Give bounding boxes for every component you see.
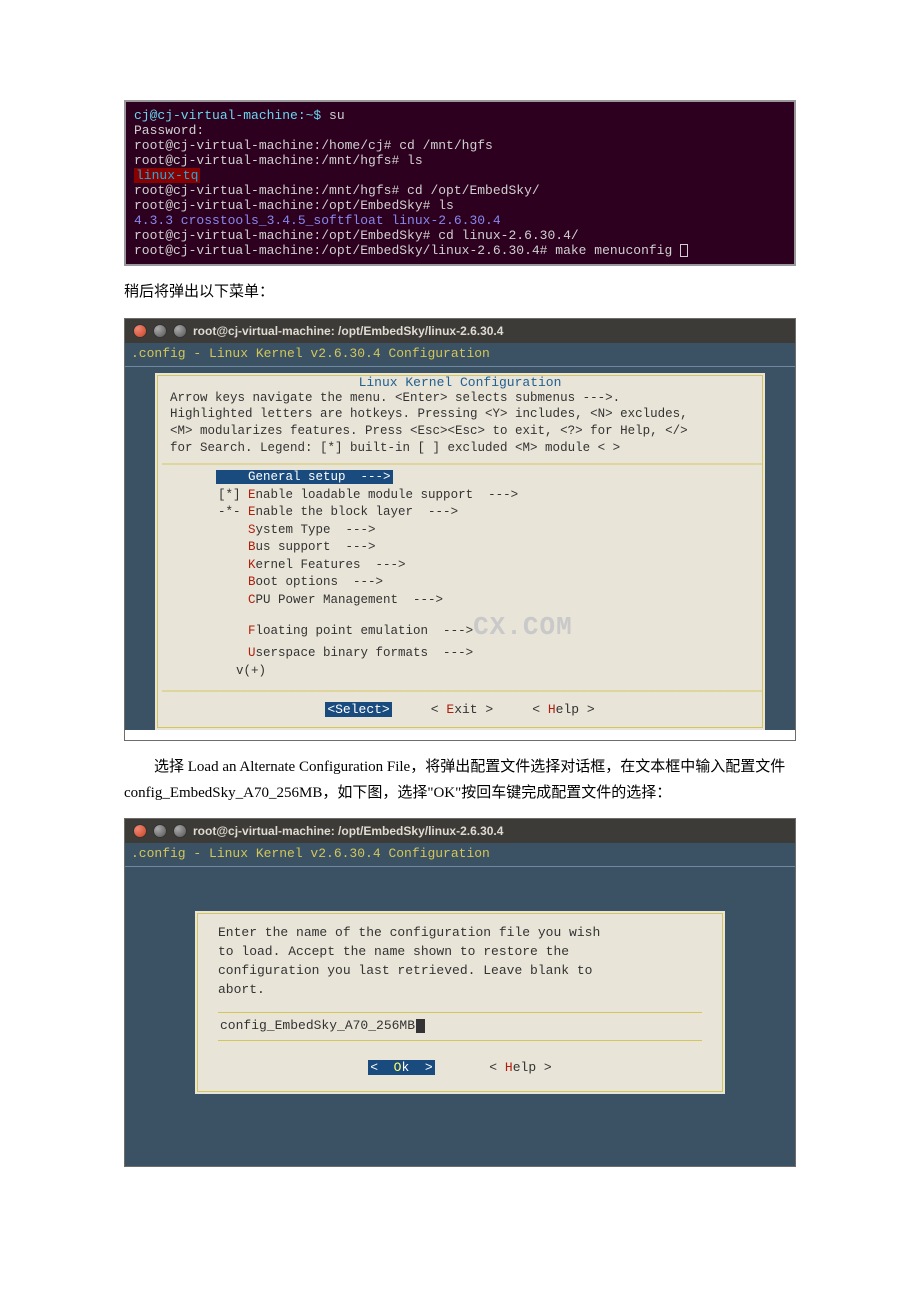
config-header: .config - Linux Kernel v2.6.30.4 Configu… bbox=[125, 843, 795, 867]
terminal-output-1: cj@cj-virtual-machine:~$ su Password: ro… bbox=[124, 100, 796, 266]
paragraph-2: 选择 Load an Alternate Configuration File，… bbox=[124, 755, 796, 806]
terminal-cursor bbox=[680, 244, 688, 257]
help-button[interactable]: < Help > bbox=[489, 1060, 551, 1075]
maximize-icon[interactable] bbox=[173, 824, 187, 838]
menu-list[interactable]: General setup ---> [*] Enable loadable m… bbox=[158, 467, 762, 684]
dialog-text: Enter the name of the configuration file… bbox=[218, 924, 702, 999]
button-bar: <Select> < Exit > < Help > bbox=[158, 694, 762, 727]
menu-item-kernel-features[interactable]: Kernel Features ---> bbox=[218, 557, 750, 575]
window-title: root@cj-virtual-machine: /opt/EmbedSky/l… bbox=[193, 324, 503, 338]
menu-item-system-type[interactable]: System Type ---> bbox=[218, 522, 750, 540]
menu-item-cpu-power[interactable]: CPU Power Management ---> bbox=[218, 592, 750, 610]
maximize-icon[interactable] bbox=[173, 324, 187, 338]
menu-item-general-setup[interactable]: General setup ---> bbox=[216, 470, 393, 484]
ls-result-highlight: linux-tq bbox=[134, 168, 200, 183]
password-prompt: Password: bbox=[134, 123, 786, 138]
titlebar: root@cj-virtual-machine: /opt/EmbedSky/l… bbox=[125, 319, 795, 343]
exit-button[interactable]: < Exit > bbox=[431, 702, 493, 717]
minimize-icon[interactable] bbox=[153, 824, 167, 838]
close-icon[interactable] bbox=[133, 824, 147, 838]
text-cursor bbox=[416, 1019, 425, 1033]
ls-result-dirs: 4.3.3 crosstools_3.4.5_softfloat linux-2… bbox=[134, 213, 786, 228]
titlebar: root@cj-virtual-machine: /opt/EmbedSky/l… bbox=[125, 819, 795, 843]
config-filename-input[interactable]: config_EmbedSky_A70_256MB bbox=[218, 1012, 702, 1041]
menu-item-userspace-binary[interactable]: Userspace binary formats ---> bbox=[218, 645, 750, 663]
menu-item-block-layer[interactable]: -*- Enable the block layer ---> bbox=[218, 504, 750, 522]
menu-help-text: Arrow keys navigate the menu. <Enter> se… bbox=[158, 390, 762, 458]
scroll-indicator: v(+) bbox=[218, 663, 750, 681]
paragraph-1: 稍后将弹出以下菜单： bbox=[124, 280, 796, 306]
menu-item-bus-support[interactable]: Bus support ---> bbox=[218, 539, 750, 557]
window-title: root@cj-virtual-machine: /opt/EmbedSky/l… bbox=[193, 824, 503, 838]
close-icon[interactable] bbox=[133, 324, 147, 338]
minimize-icon[interactable] bbox=[153, 324, 167, 338]
menu-item-fp-emulation[interactable]: Floating point emulation --->CX.COM bbox=[218, 609, 750, 645]
config-header: .config - Linux Kernel v2.6.30.4 Configu… bbox=[125, 343, 795, 367]
help-button[interactable]: < Help > bbox=[532, 702, 594, 717]
prompt-user: cj@cj-virtual-machine bbox=[134, 108, 298, 123]
select-button[interactable]: <Select> bbox=[325, 702, 391, 717]
ok-button[interactable]: < Ok > bbox=[368, 1060, 434, 1075]
menu-item-boot-options[interactable]: Boot options ---> bbox=[218, 574, 750, 592]
menu-title: Linux Kernel Configuration bbox=[158, 375, 762, 390]
watermark-text: CX.COM bbox=[473, 612, 573, 642]
menuconfig-window-1: root@cj-virtual-machine: /opt/EmbedSky/l… bbox=[124, 318, 796, 742]
menu-item-loadable-module[interactable]: [*] Enable loadable module support ---> bbox=[218, 487, 750, 505]
menuconfig-window-2: root@cj-virtual-machine: /opt/EmbedSky/l… bbox=[124, 818, 796, 1167]
